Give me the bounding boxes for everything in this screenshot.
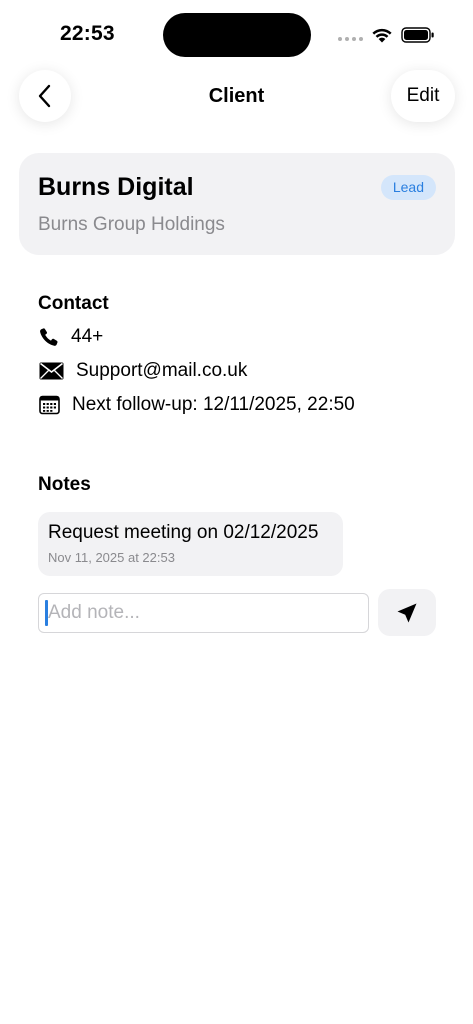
contact-email: Support@mail.co.uk — [76, 360, 248, 381]
client-name: Burns Digital — [38, 173, 194, 201]
contact-phone-row[interactable]: 44+ — [38, 326, 103, 348]
contact-section-title: Contact — [38, 293, 109, 314]
contact-follow-up: Next follow-up: 12/11/2025, 22:50 — [72, 394, 355, 415]
text-caret — [45, 600, 48, 626]
note-text: Request meeting on 02/12/2025 — [48, 522, 319, 543]
dynamic-island — [163, 13, 311, 57]
status-icons — [338, 24, 435, 46]
contact-email-row[interactable]: Support@mail.co.uk — [38, 360, 247, 382]
edit-button[interactable]: Edit — [391, 70, 455, 122]
note-item: Request meeting on 02/12/2025 Nov 11, 20… — [38, 512, 343, 576]
contact-phone: 44+ — [71, 326, 104, 347]
cellular-signal-icon — [338, 37, 363, 41]
add-note-input[interactable] — [38, 593, 369, 633]
wifi-icon — [372, 28, 392, 43]
client-detail-screen: 22:53 Client Edit Burns Digital Burns Gr… — [0, 0, 473, 1024]
phone-icon — [38, 326, 60, 348]
notes-section-title: Notes — [38, 474, 91, 495]
status-badge: Lead — [380, 175, 436, 200]
client-header-card: Burns Digital Burns Group Holdings Lead — [19, 153, 455, 255]
status-time: 22:53 — [60, 22, 115, 45]
note-timestamp: Nov 11, 2025 at 22:53 — [48, 550, 175, 565]
client-company: Burns Group Holdings — [38, 214, 225, 235]
battery-icon — [401, 27, 434, 43]
envelope-icon — [38, 360, 64, 382]
contact-followup-row: Next follow-up: 12/11/2025, 22:50 — [38, 394, 355, 416]
paper-plane-icon — [397, 603, 417, 622]
calendar-icon — [38, 394, 60, 416]
send-note-button[interactable] — [378, 589, 436, 636]
